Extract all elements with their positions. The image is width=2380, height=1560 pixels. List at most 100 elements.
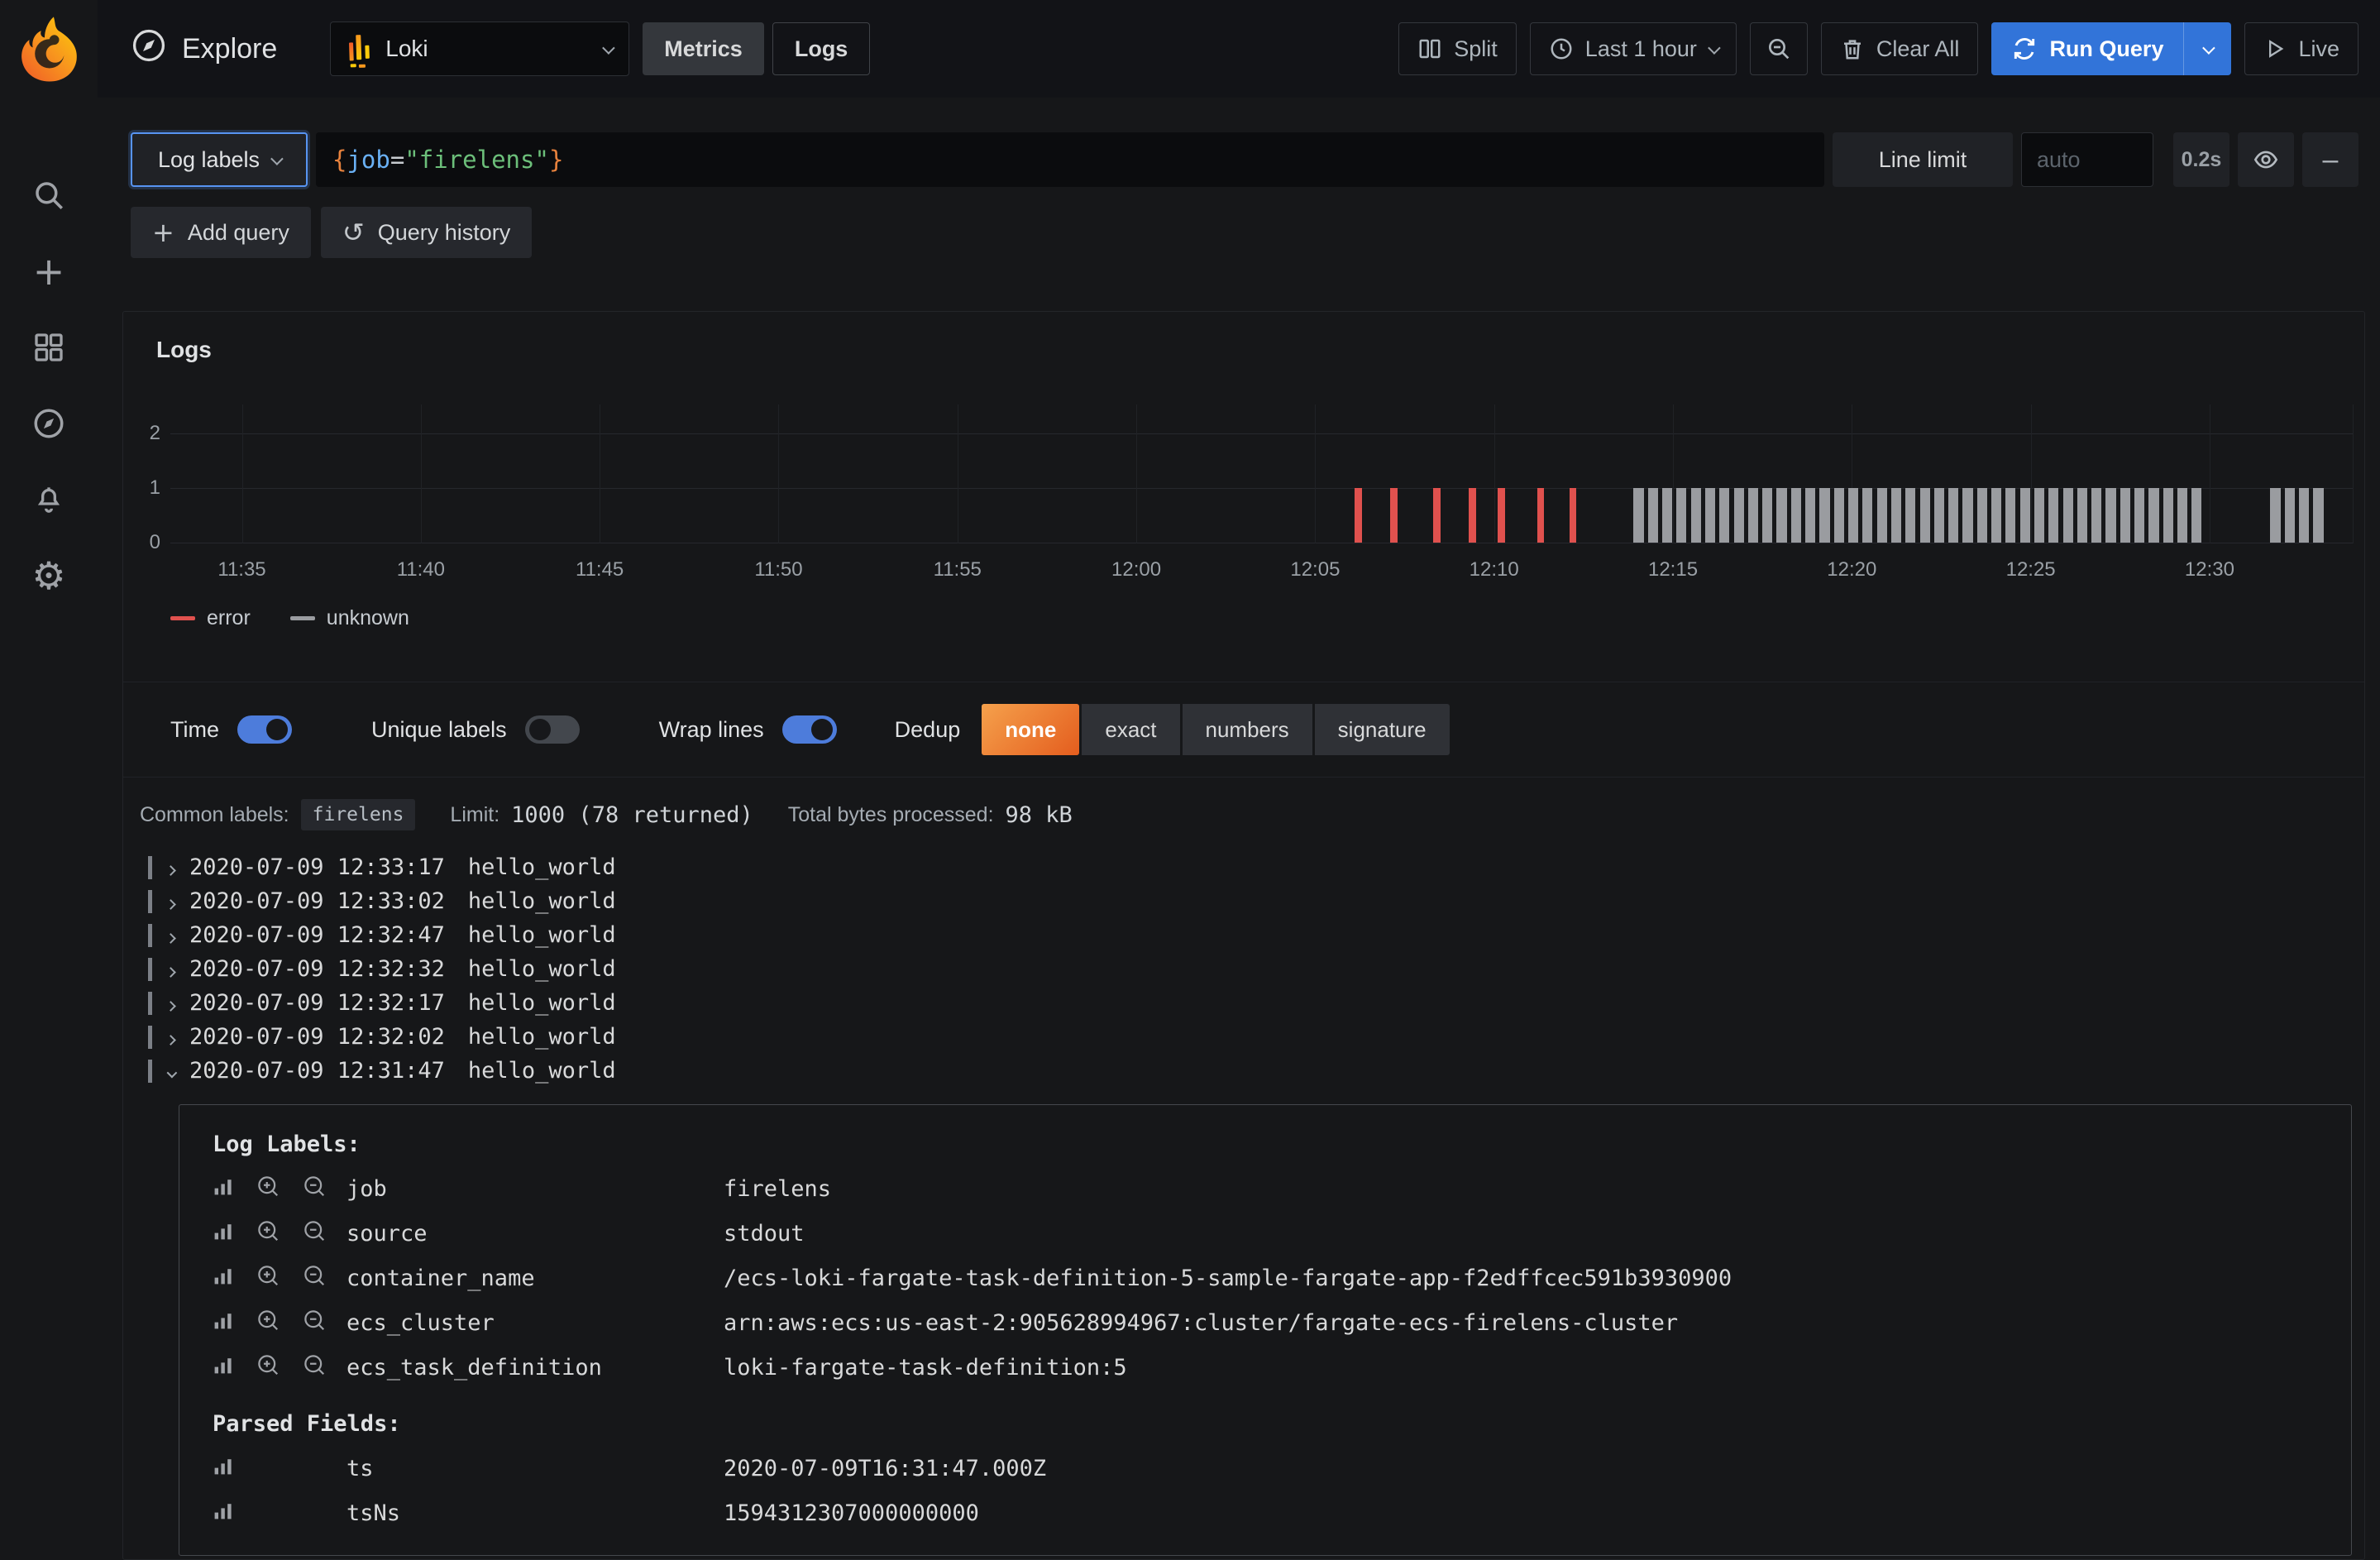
log-row[interactable]: 2020-07-09 12:32:17 hello_world xyxy=(148,986,2364,1020)
label-key: source xyxy=(346,1221,724,1247)
tab-logs[interactable]: Logs xyxy=(772,22,871,75)
chart-bar-unknown xyxy=(1962,488,1972,543)
stats-icon[interactable] xyxy=(213,1175,234,1203)
hide-query-eye-button[interactable] xyxy=(2238,132,2294,187)
dedup-option-none[interactable]: none xyxy=(982,704,1079,755)
datasource-picker[interactable]: Loki xyxy=(330,22,629,76)
chevron-right-icon[interactable] xyxy=(167,990,174,1016)
stats-icon[interactable] xyxy=(213,1455,234,1482)
wrap-lines-toggle-label: Wrap lines xyxy=(659,717,764,743)
chart-bar-unknown xyxy=(1791,488,1801,543)
time-toggle[interactable] xyxy=(237,715,292,744)
explore-compass-icon[interactable] xyxy=(31,405,67,442)
filter-for-value-icon[interactable] xyxy=(256,1352,280,1383)
y-tick-label: 1 xyxy=(131,476,160,500)
log-row[interactable]: 2020-07-09 12:32:32 hello_world xyxy=(148,952,2364,986)
chevron-down-icon xyxy=(270,152,284,165)
chevron-right-icon[interactable] xyxy=(167,1024,174,1050)
log-line: hello_world xyxy=(468,956,616,982)
legend-color-error xyxy=(170,616,195,620)
filter-out-value-icon[interactable] xyxy=(302,1352,327,1383)
chevron-right-icon[interactable] xyxy=(167,956,174,982)
x-tick-label: 12:25 xyxy=(2006,558,2056,581)
stats-icon[interactable] xyxy=(213,1354,234,1381)
add-query-button[interactable]: + Add query xyxy=(131,207,311,258)
filter-out-value-icon[interactable] xyxy=(302,1308,327,1338)
run-query-dropdown-button[interactable] xyxy=(2183,22,2231,75)
log-row-expanded[interactable]: 2020-07-09 12:31:47 hello_world xyxy=(148,1054,2364,1088)
filter-out-value-icon[interactable] xyxy=(302,1263,327,1294)
log-row[interactable]: 2020-07-09 12:33:17 hello_world xyxy=(148,850,2364,884)
chart-bar-unknown xyxy=(2177,488,2187,543)
dedup-option-signature[interactable]: signature xyxy=(1315,704,1450,755)
query-expression-input[interactable]: {job="firelens"} xyxy=(316,132,1824,187)
chevron-right-icon[interactable] xyxy=(167,854,174,880)
settings-gear-icon[interactable]: ⚙ xyxy=(31,557,67,594)
split-button[interactable]: Split xyxy=(1398,22,1517,75)
chevron-right-icon[interactable] xyxy=(167,922,174,948)
legend-item-error[interactable]: error xyxy=(170,606,251,630)
stats-icon[interactable] xyxy=(213,1309,234,1337)
log-row[interactable]: 2020-07-09 12:33:02 hello_world xyxy=(148,884,2364,918)
log-row[interactable]: 2020-07-09 12:32:02 hello_world xyxy=(148,1020,2364,1054)
live-button[interactable]: Live xyxy=(2244,22,2358,75)
run-query-button[interactable]: Run Query xyxy=(1991,22,2183,75)
stats-icon[interactable] xyxy=(213,1265,234,1292)
wrap-lines-toggle[interactable] xyxy=(782,715,837,744)
label-row: ecs_task_definition loki-fargate-task-de… xyxy=(213,1345,2335,1390)
filter-out-value-icon[interactable] xyxy=(302,1174,327,1204)
legend-item-unknown[interactable]: unknown xyxy=(290,606,409,630)
grafana-logo[interactable] xyxy=(0,0,98,98)
zoom-out-icon xyxy=(1766,36,1792,62)
filter-for-value-icon[interactable] xyxy=(256,1308,280,1338)
chevron-right-icon[interactable] xyxy=(167,888,174,914)
label-row: container_name /ecs-loki-fargate-task-de… xyxy=(213,1256,2335,1300)
clear-all-button[interactable]: Clear All xyxy=(1821,22,1979,75)
parsed-field-row: tsNs 1594312307000000000 xyxy=(213,1491,2335,1535)
remove-query-button[interactable]: – xyxy=(2302,132,2358,187)
filter-for-value-icon[interactable] xyxy=(256,1174,280,1204)
add-icon[interactable]: + xyxy=(31,253,67,290)
stats-icon[interactable] xyxy=(213,1220,234,1247)
chart-bar-unknown xyxy=(1834,488,1844,543)
play-icon xyxy=(2263,37,2287,60)
chart-bar-unknown xyxy=(1891,488,1901,543)
stats-icon[interactable] xyxy=(213,1500,234,1527)
line-limit-input[interactable] xyxy=(2021,132,2153,187)
filter-out-value-icon[interactable] xyxy=(302,1218,327,1249)
alerting-bell-icon[interactable] xyxy=(31,481,67,518)
zoom-out-button[interactable] xyxy=(1750,22,1808,75)
history-icon: ↺ xyxy=(342,219,365,246)
query-editor: Log labels {job="firelens"} Line limit 0… xyxy=(98,98,2380,258)
unique-labels-toggle[interactable] xyxy=(525,715,580,744)
page-title: Explore xyxy=(131,27,277,71)
chart-bar-unknown xyxy=(1676,488,1686,543)
log-level-bar xyxy=(148,958,152,981)
chart-bar-unknown xyxy=(1762,488,1772,543)
time-range-picker[interactable]: Last 1 hour xyxy=(1530,22,1737,75)
x-tick-label: 11:45 xyxy=(576,558,624,581)
chart-bar-unknown xyxy=(1691,488,1701,543)
chart-bar-unknown xyxy=(1748,488,1758,543)
log-level-bar xyxy=(148,1060,152,1083)
limit-value: 1000 (78 returned) xyxy=(511,802,753,828)
panel-title: Logs xyxy=(123,312,2364,363)
log-labels-selector[interactable]: Log labels xyxy=(131,132,308,187)
chevron-down-icon[interactable] xyxy=(167,1058,174,1084)
query-duration-badge: 0.2s xyxy=(2173,132,2229,187)
log-line: hello_world xyxy=(468,1024,616,1050)
log-time: 2020-07-09 12:33:17 xyxy=(189,854,445,880)
chart-bar-unknown xyxy=(1805,488,1815,543)
log-time: 2020-07-09 12:32:02 xyxy=(189,1024,445,1050)
log-row[interactable]: 2020-07-09 12:32:47 hello_world xyxy=(148,918,2364,952)
tab-metrics[interactable]: Metrics xyxy=(643,22,764,75)
dedup-option-numbers[interactable]: numbers xyxy=(1183,704,1312,755)
filter-for-value-icon[interactable] xyxy=(256,1263,280,1294)
dashboards-icon[interactable] xyxy=(31,329,67,366)
label-row: job firelens xyxy=(213,1166,2335,1211)
search-icon[interactable] xyxy=(31,177,67,213)
chart-bar-error xyxy=(1570,488,1577,543)
query-history-button[interactable]: ↺ Query history xyxy=(321,207,532,258)
dedup-option-exact[interactable]: exact xyxy=(1082,704,1179,755)
filter-for-value-icon[interactable] xyxy=(256,1218,280,1249)
